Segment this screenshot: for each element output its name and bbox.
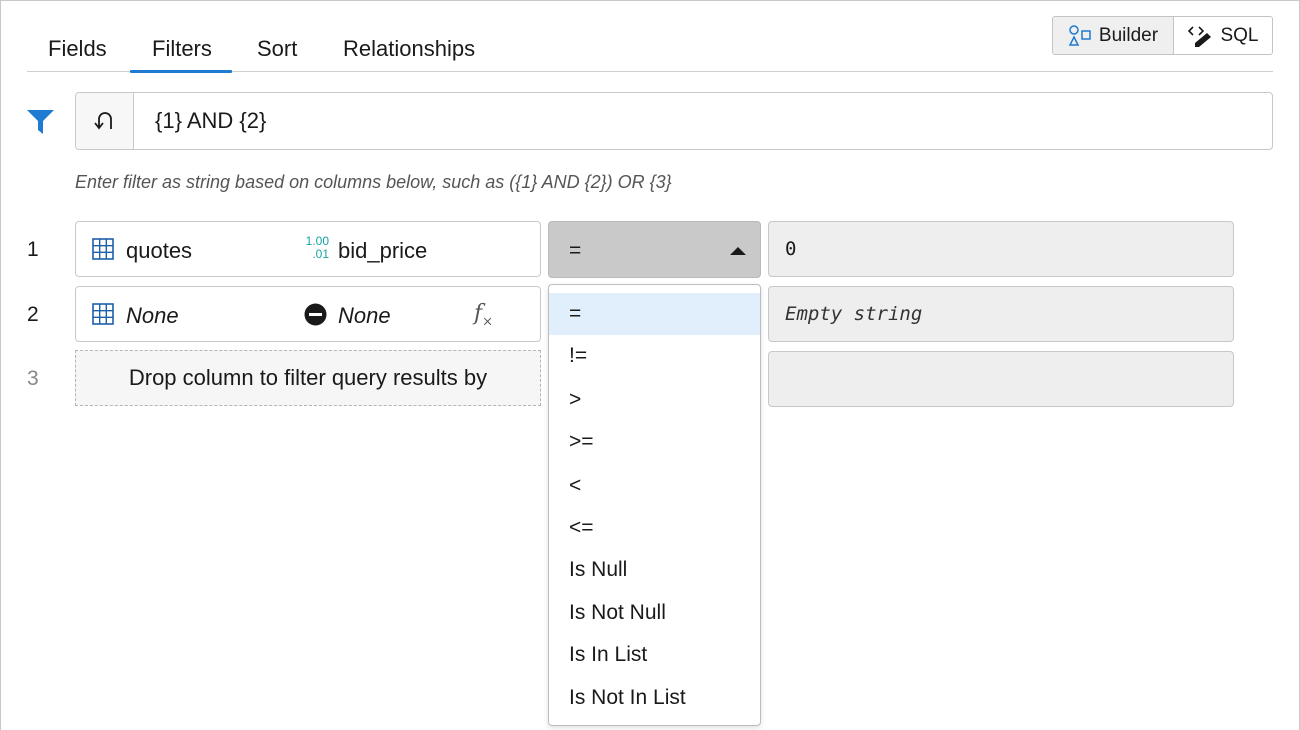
operator-option[interactable]: Is Null <box>549 549 760 591</box>
value-input-2[interactable] <box>768 286 1234 342</box>
table-grid-icon <box>92 238 114 260</box>
value-input-3[interactable] <box>768 351 1234 407</box>
operator-option[interactable]: > <box>549 379 760 421</box>
numeric-icon-bottom: .01 <box>312 247 329 261</box>
filter-hint: Enter filter as string based on columns … <box>75 172 672 192</box>
column-picker-2[interactable]: None None f× <box>75 286 541 342</box>
column-name: None <box>338 303 391 328</box>
code-edit-icon <box>1188 25 1212 47</box>
tab-fields[interactable]: Fields <box>48 36 107 71</box>
none-circle-icon <box>304 303 327 326</box>
column-drop-zone[interactable]: Drop column to filter query results by <box>75 350 541 406</box>
undo-icon <box>93 112 112 130</box>
operator-option[interactable]: Is Not In List <box>549 677 760 719</box>
fx-sub: × <box>482 314 494 330</box>
builder-button[interactable]: Builder <box>1053 17 1174 54</box>
operator-option[interactable]: Is Not Null <box>549 592 760 634</box>
builder-label: Builder <box>1098 24 1159 46</box>
tab-filters[interactable]: Filters <box>130 36 232 73</box>
operator-option[interactable]: Is In List <box>549 634 760 676</box>
table-grid-icon <box>92 303 114 325</box>
column-picker-1[interactable]: quotes 1.00 .01 bid_price <box>75 221 541 277</box>
operator-value: = <box>569 239 582 262</box>
row-number: 2 <box>27 303 39 326</box>
column-name: bid_price <box>338 238 428 263</box>
operator-option[interactable]: != <box>549 335 760 377</box>
numeric-column-icon: 1.00 .01 <box>302 235 329 261</box>
operator-menu: = != > >= < <= Is Null Is Not Null Is In… <box>548 284 761 726</box>
builder-shapes-icon <box>1068 24 1091 46</box>
undo-button[interactable] <box>76 93 134 149</box>
operator-option[interactable]: >= <box>549 421 760 463</box>
fx-label: f <box>474 301 483 326</box>
sql-label: SQL <box>1220 24 1259 46</box>
tab-relationships[interactable]: Relationships <box>343 36 475 71</box>
value-input-1[interactable] <box>768 221 1234 277</box>
table-name: quotes <box>126 238 193 263</box>
operator-option[interactable]: = <box>549 293 760 335</box>
filter-expression-box <box>75 92 1273 150</box>
sql-button[interactable]: SQL <box>1174 17 1272 54</box>
row-number: 1 <box>27 238 39 261</box>
tab-sort[interactable]: Sort <box>257 36 297 71</box>
filter-expression-input[interactable] <box>134 93 1272 149</box>
funnel-icon <box>27 110 54 134</box>
mode-toggle: Builder SQL <box>1052 16 1273 55</box>
operator-option[interactable]: <= <box>549 507 760 549</box>
operator-option[interactable]: < <box>549 465 760 507</box>
caret-up-icon <box>730 247 746 255</box>
fx-icon[interactable]: f× <box>474 301 493 329</box>
table-name: None <box>126 303 179 328</box>
operator-select[interactable]: = <box>548 221 761 278</box>
row-number: 3 <box>27 367 39 390</box>
